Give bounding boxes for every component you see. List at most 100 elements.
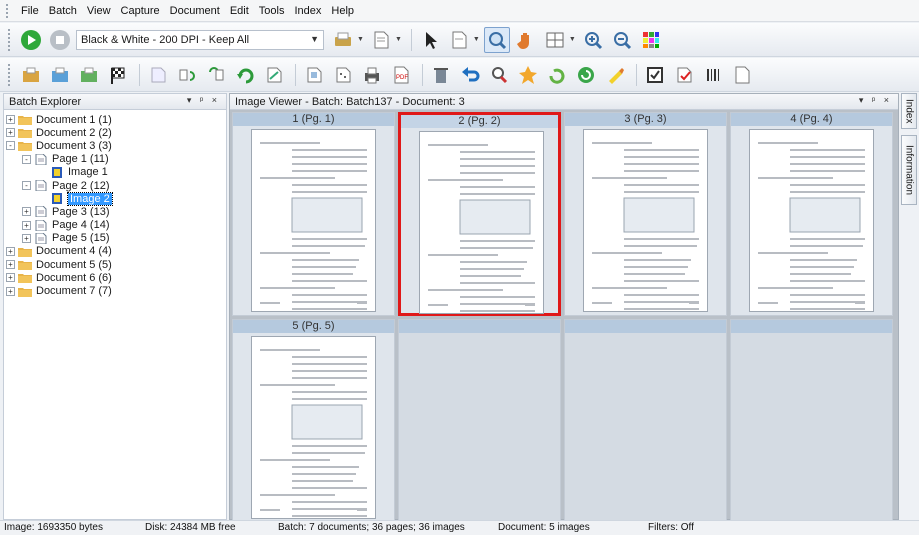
- menu-file[interactable]: File: [16, 3, 44, 19]
- page-icon[interactable]: [368, 27, 394, 53]
- tree-item-folder[interactable]: - Document 3 (3): [4, 139, 226, 152]
- scan-profile-value: Black & White - 200 DPI - Keep All: [81, 33, 250, 46]
- expand-icon[interactable]: +: [6, 115, 15, 125]
- tree-item-page[interactable]: + Page 3 (13): [4, 205, 226, 218]
- zoom-area-icon[interactable]: [483, 26, 510, 53]
- merge-icon[interactable]: [203, 62, 229, 88]
- process-icon[interactable]: [573, 62, 599, 88]
- tree-item-folder[interactable]: + Document 4 (4): [4, 245, 226, 258]
- despeckle-icon[interactable]: [330, 62, 356, 88]
- document-icon[interactable]: [729, 62, 755, 88]
- menu-tools[interactable]: Tools: [254, 3, 290, 19]
- rotate-icon[interactable]: [232, 62, 258, 88]
- bookmark-icon[interactable]: [515, 62, 541, 88]
- expand-icon[interactable]: +: [6, 260, 15, 270]
- page-icon: [34, 179, 48, 192]
- thumbnail-grid-icon[interactable]: [542, 27, 568, 53]
- split-icon[interactable]: [174, 62, 200, 88]
- play-icon[interactable]: [18, 27, 44, 53]
- tab-index[interactable]: Index: [901, 93, 917, 129]
- panel-controls[interactable]: ▾ ᵖ ×: [187, 95, 220, 106]
- menu-capture[interactable]: Capture: [116, 3, 165, 19]
- tree-item-folder[interactable]: + Document 1 (1): [4, 113, 226, 126]
- tab-information[interactable]: Information: [901, 135, 917, 205]
- menu-help[interactable]: Help: [326, 3, 359, 19]
- zoom-in-icon[interactable]: [580, 27, 606, 53]
- import-icon[interactable]: [18, 62, 44, 88]
- export-icon[interactable]: [76, 62, 102, 88]
- crop-icon[interactable]: [301, 62, 327, 88]
- tree-item-folder[interactable]: + Document 6 (6): [4, 271, 226, 284]
- tree-item-image[interactable]: Image 2: [4, 191, 226, 206]
- tree-item-page[interactable]: - Page 1 (11): [4, 153, 226, 166]
- refresh-icon[interactable]: [544, 62, 570, 88]
- toolbar-separator: [295, 63, 296, 86]
- pdf-icon[interactable]: PDF: [388, 62, 414, 88]
- menu-batch[interactable]: Batch: [44, 3, 82, 19]
- expand-icon[interactable]: +: [6, 286, 15, 296]
- blank-page-icon[interactable]: [145, 62, 171, 88]
- tree-item-label: Document 7 (7): [36, 285, 112, 298]
- color-grid-icon[interactable]: [638, 27, 664, 53]
- page-thumbnail-cell[interactable]: 4 (Pg. 4): [730, 112, 893, 331]
- collapse-icon[interactable]: -: [6, 141, 15, 151]
- dropdown-arrow-icon[interactable]: ▼: [357, 36, 364, 43]
- status-filters: Filters: Off: [648, 522, 694, 533]
- dropdown-arrow-icon[interactable]: ▼: [473, 36, 480, 43]
- menu-document[interactable]: Document: [165, 3, 225, 19]
- expand-icon[interactable]: +: [6, 128, 15, 138]
- menu-index[interactable]: Index: [289, 3, 326, 19]
- tree-item-folder[interactable]: + Document 5 (5): [4, 258, 226, 271]
- import-batch-icon[interactable]: [47, 62, 73, 88]
- page-options-icon[interactable]: [446, 27, 472, 53]
- undo-icon[interactable]: [457, 62, 483, 88]
- status-disk-free: Disk: 24384 MB free: [145, 522, 236, 533]
- page-thumbnail-cell[interactable]: 5 (Pg. 5): [232, 319, 395, 531]
- deskew-icon[interactable]: [261, 62, 287, 88]
- highlight-icon[interactable]: [602, 62, 628, 88]
- collapse-icon[interactable]: -: [22, 154, 31, 164]
- finish-flag-icon[interactable]: [105, 62, 131, 88]
- print-icon[interactable]: [359, 62, 385, 88]
- menu-edit[interactable]: Edit: [225, 3, 254, 19]
- tree-item-label: Image 2: [67, 191, 113, 206]
- pan-hand-icon[interactable]: [513, 27, 539, 53]
- tree-item-folder[interactable]: + Document 2 (2): [4, 126, 226, 139]
- panel-controls[interactable]: ▾ ᵖ ×: [859, 95, 892, 106]
- expand-icon[interactable]: +: [22, 220, 31, 230]
- tree-item-page[interactable]: + Page 5 (15): [4, 232, 226, 245]
- batch-explorer-panel: Batch Explorer ▾ ᵖ × + Document 1 (1) + Doc…: [3, 93, 227, 520]
- checkbox-icon[interactable]: [642, 62, 668, 88]
- stop-icon[interactable]: [47, 27, 73, 53]
- expand-icon[interactable]: +: [6, 273, 15, 283]
- barcode-icon[interactable]: [700, 62, 726, 88]
- red-check-icon[interactable]: [671, 62, 697, 88]
- page-thumbnail-cell[interactable]: 2 (Pg. 2): [398, 112, 561, 333]
- tree-item-page[interactable]: - Page 2 (12): [4, 179, 226, 192]
- toolbar-secondary: PDF: [0, 58, 919, 92]
- tree-item-image[interactable]: Image 1: [4, 166, 226, 179]
- tree-item-folder[interactable]: + Document 7 (7): [4, 284, 226, 297]
- thumbnail-caption: 2 (Pg. 2): [401, 115, 558, 128]
- page-thumbnail-cell[interactable]: 1 (Pg. 1): [232, 112, 395, 331]
- menu-view[interactable]: View: [82, 3, 116, 19]
- dropdown-arrow-icon[interactable]: ▼: [569, 36, 576, 43]
- collapse-icon[interactable]: -: [22, 181, 31, 191]
- page-thumbnail-cell[interactable]: 3 (Pg. 3): [564, 112, 727, 331]
- tree-item-label: Document 5 (5): [36, 258, 112, 271]
- dropdown-arrow-icon[interactable]: ▼: [395, 36, 402, 43]
- zoom-out-icon[interactable]: [609, 27, 635, 53]
- expand-icon[interactable]: +: [6, 246, 15, 256]
- image-viewer-title: Image Viewer - Batch: Batch137 - Documen…: [235, 95, 465, 108]
- tree-item-page[interactable]: + Page 4 (14): [4, 219, 226, 232]
- image-icon: [50, 193, 64, 205]
- expand-icon[interactable]: +: [22, 207, 31, 217]
- empty-thumbnail-cell: [730, 319, 893, 523]
- toolbar-separator: [139, 63, 140, 86]
- find-icon[interactable]: [486, 62, 512, 88]
- delete-icon[interactable]: [428, 62, 454, 88]
- scan-profile-select[interactable]: Black & White - 200 DPI - Keep All ▼: [76, 29, 324, 50]
- expand-icon[interactable]: +: [22, 233, 31, 243]
- pointer-icon[interactable]: [417, 27, 443, 53]
- scan-icon[interactable]: [330, 27, 356, 53]
